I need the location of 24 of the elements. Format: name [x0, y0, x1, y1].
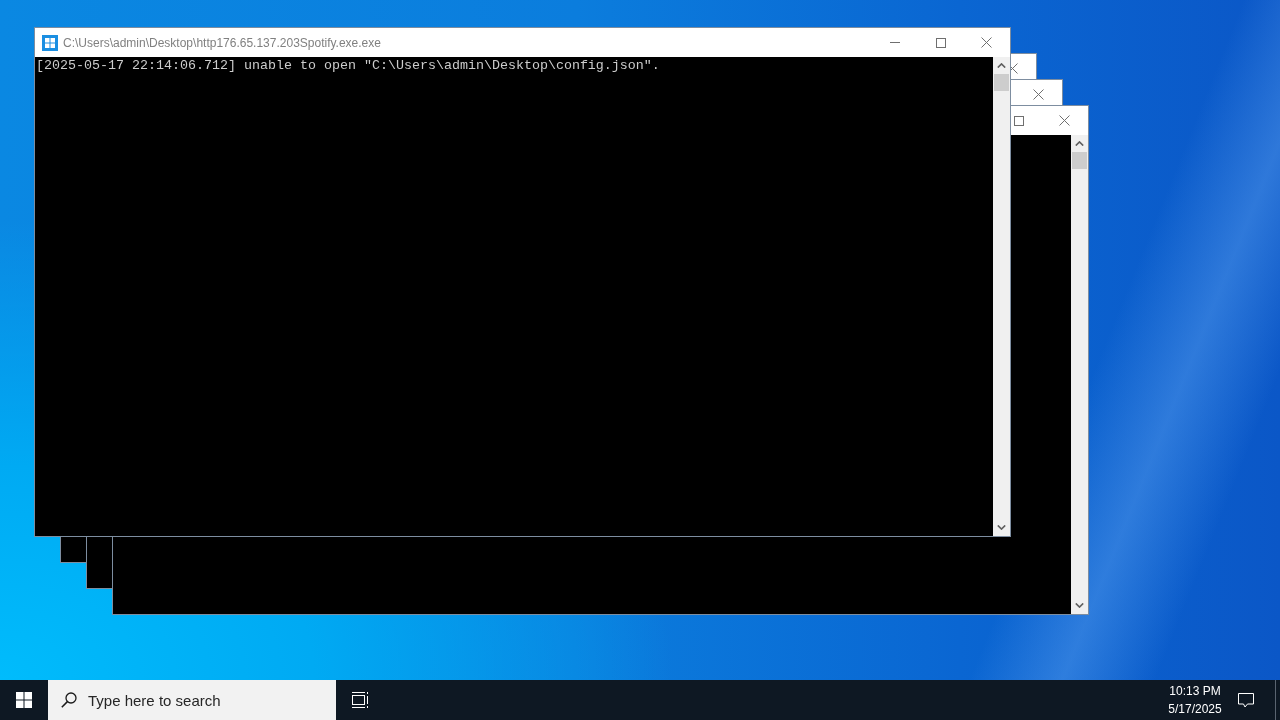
minimize-icon [890, 42, 900, 43]
search-icon [61, 692, 77, 708]
scrollbar[interactable] [993, 57, 1010, 536]
search-field[interactable]: Type here to search [48, 680, 336, 720]
chevron-up-icon [1075, 141, 1084, 146]
window-title: C:\Users\admin\Desktop\http176.65.137.203Spotify.exe.exe [63, 35, 381, 50]
windows-logo-icon [16, 692, 32, 708]
scrollbar-thumb[interactable] [994, 74, 1009, 91]
chevron-down-icon [997, 525, 1006, 530]
scrollbar-thumb[interactable] [1072, 152, 1087, 169]
maximize-icon [1014, 115, 1024, 126]
speech-bubble-icon [1238, 692, 1254, 708]
close-icon [1059, 115, 1070, 126]
chevron-down-icon [1075, 603, 1084, 608]
maximize-icon [936, 37, 946, 48]
chevron-up-icon [997, 63, 1006, 68]
task-view-icon [351, 692, 369, 708]
close-icon [1010, 63, 1018, 74]
clock-button[interactable]: 10:13 PM 5/17/2025 [1164, 680, 1226, 720]
close-icon [1033, 89, 1044, 100]
close-icon [981, 37, 992, 48]
console-line: [2025-05-17 22:14:06.712] unable to open "C:\Users\admin\Desktop\config.json". [36, 58, 660, 74]
scrollbar[interactable] [1071, 135, 1088, 614]
window-icon [42, 34, 58, 51]
